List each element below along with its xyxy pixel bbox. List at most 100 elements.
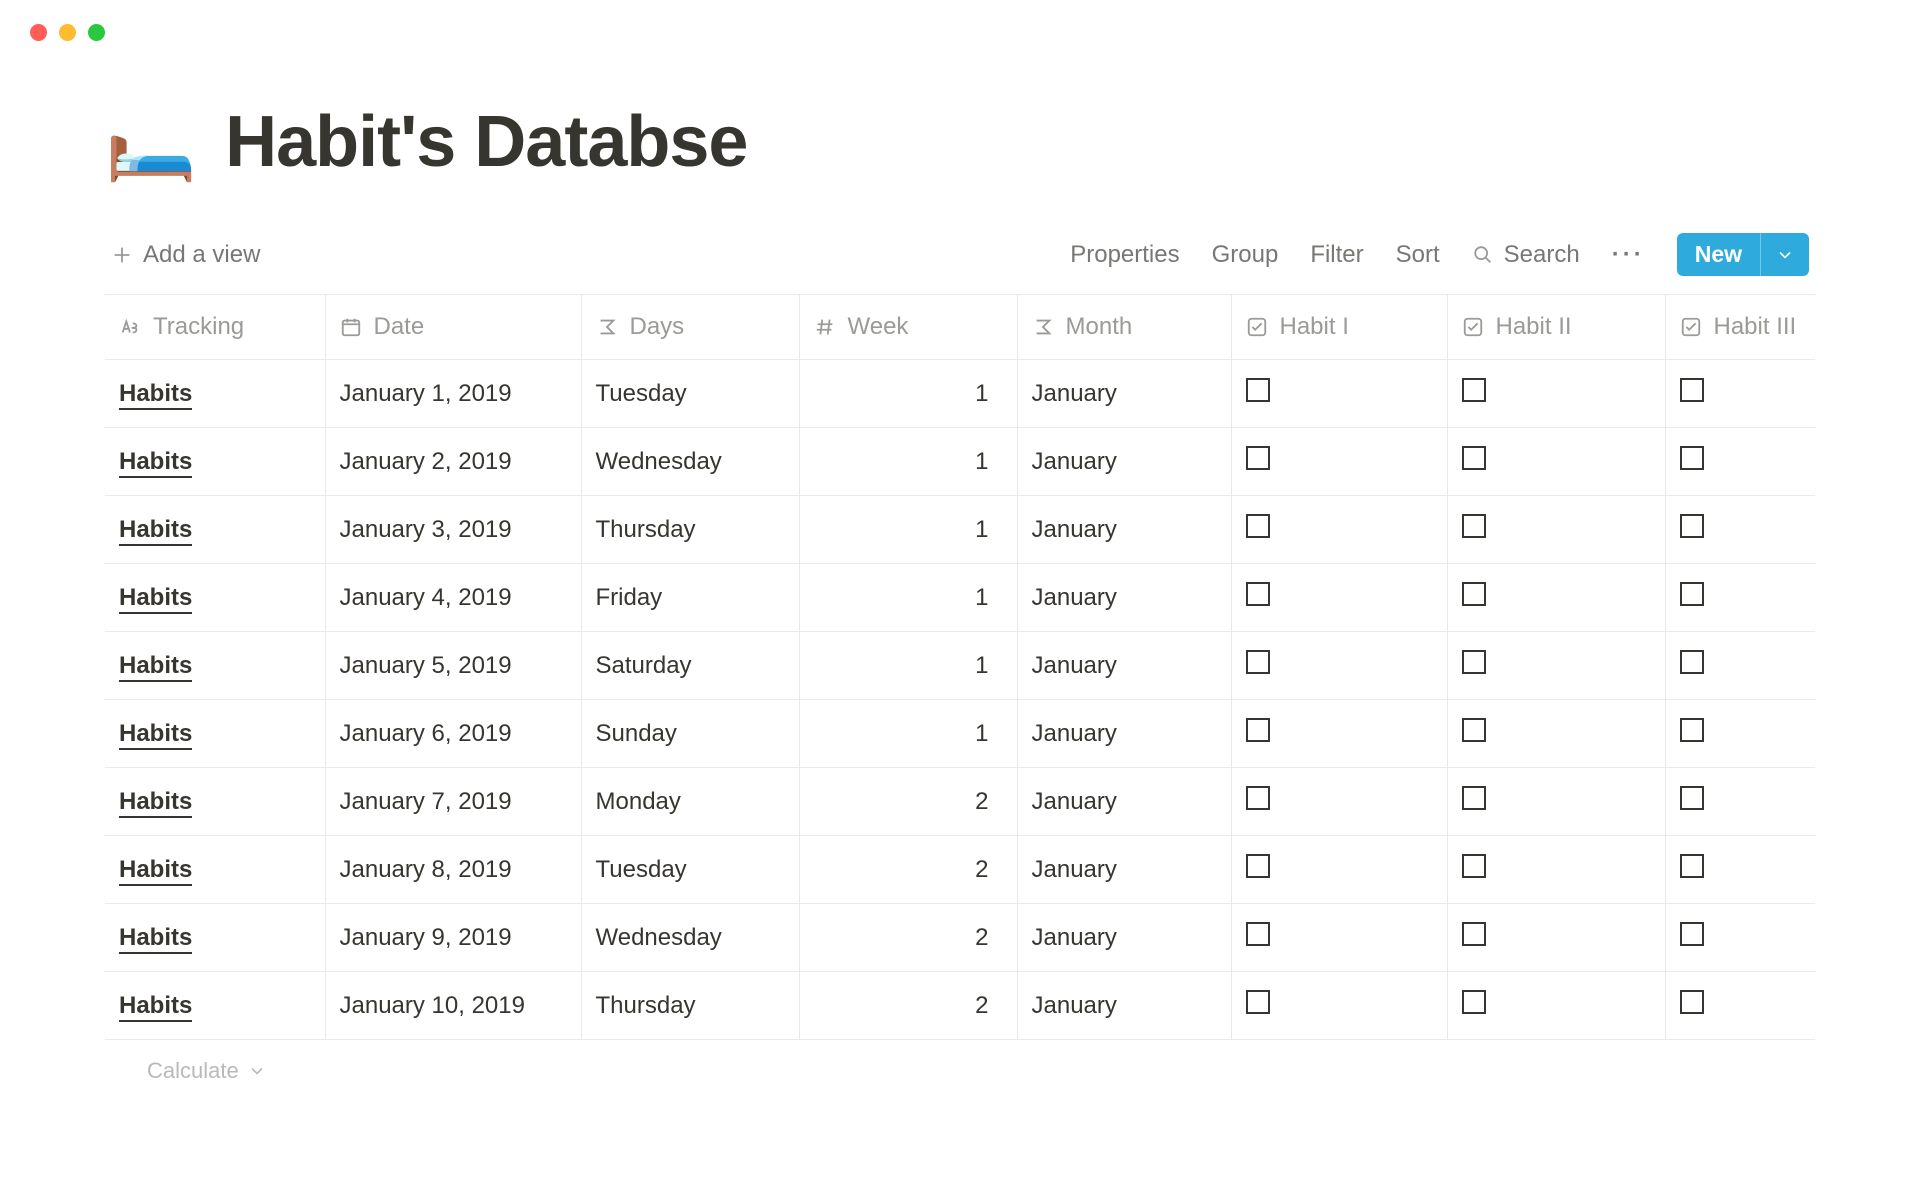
cell-tracking[interactable]: Habits — [105, 700, 325, 768]
cell-habit1[interactable] — [1231, 700, 1447, 768]
checkbox[interactable] — [1246, 786, 1270, 810]
search-button[interactable]: Search — [1472, 241, 1580, 269]
cell-days[interactable]: Tuesday — [581, 360, 799, 428]
cell-days[interactable]: Monday — [581, 768, 799, 836]
checkbox[interactable] — [1462, 514, 1486, 538]
cell-tracking[interactable]: Habits — [105, 496, 325, 564]
checkbox[interactable] — [1462, 378, 1486, 402]
table-row[interactable]: HabitsJanuary 1, 2019Tuesday1January — [105, 360, 1815, 428]
cell-habit3[interactable] — [1665, 496, 1815, 564]
cell-date[interactable]: January 9, 2019 — [325, 904, 581, 972]
cell-habit3[interactable] — [1665, 904, 1815, 972]
cell-habit1[interactable] — [1231, 360, 1447, 428]
checkbox[interactable] — [1680, 514, 1704, 538]
checkbox[interactable] — [1680, 990, 1704, 1014]
cell-date[interactable]: January 1, 2019 — [325, 360, 581, 428]
cell-week[interactable]: 1 — [799, 564, 1017, 632]
column-header-habit1[interactable]: Habit I — [1231, 295, 1447, 360]
properties-button[interactable]: Properties — [1070, 241, 1179, 269]
cell-date[interactable]: January 10, 2019 — [325, 972, 581, 1040]
checkbox[interactable] — [1246, 514, 1270, 538]
cell-habit2[interactable] — [1447, 360, 1665, 428]
add-view-button[interactable]: Add a view — [111, 241, 260, 269]
cell-tracking[interactable]: Habits — [105, 360, 325, 428]
checkbox[interactable] — [1462, 718, 1486, 742]
checkbox[interactable] — [1246, 718, 1270, 742]
cell-date[interactable]: January 6, 2019 — [325, 700, 581, 768]
cell-days[interactable]: Friday — [581, 564, 799, 632]
cell-habit2[interactable] — [1447, 428, 1665, 496]
checkbox[interactable] — [1246, 650, 1270, 674]
checkbox[interactable] — [1246, 582, 1270, 606]
cell-week[interactable]: 2 — [799, 836, 1017, 904]
cell-days[interactable]: Thursday — [581, 496, 799, 564]
calculate-button[interactable]: Calculate — [105, 1040, 1815, 1084]
cell-month[interactable]: January — [1017, 768, 1231, 836]
table-row[interactable]: HabitsJanuary 10, 2019Thursday2January — [105, 972, 1815, 1040]
cell-habit1[interactable] — [1231, 768, 1447, 836]
cell-tracking[interactable]: Habits — [105, 632, 325, 700]
cell-tracking[interactable]: Habits — [105, 564, 325, 632]
cell-days[interactable]: Wednesday — [581, 428, 799, 496]
cell-habit3[interactable] — [1665, 700, 1815, 768]
cell-habit3[interactable] — [1665, 360, 1815, 428]
tracking-link[interactable]: Habits — [119, 584, 192, 614]
checkbox[interactable] — [1246, 446, 1270, 470]
checkbox[interactable] — [1680, 922, 1704, 946]
cell-week[interactable]: 1 — [799, 632, 1017, 700]
table-row[interactable]: HabitsJanuary 5, 2019Saturday1January — [105, 632, 1815, 700]
cell-habit2[interactable] — [1447, 904, 1665, 972]
cell-days[interactable]: Sunday — [581, 700, 799, 768]
checkbox[interactable] — [1462, 582, 1486, 606]
cell-habit1[interactable] — [1231, 428, 1447, 496]
cell-date[interactable]: January 7, 2019 — [325, 768, 581, 836]
checkbox[interactable] — [1462, 854, 1486, 878]
cell-habit3[interactable] — [1665, 768, 1815, 836]
checkbox[interactable] — [1462, 990, 1486, 1014]
table-row[interactable]: HabitsJanuary 4, 2019Friday1January — [105, 564, 1815, 632]
cell-date[interactable]: January 4, 2019 — [325, 564, 581, 632]
cell-habit3[interactable] — [1665, 972, 1815, 1040]
checkbox[interactable] — [1680, 854, 1704, 878]
cell-habit2[interactable] — [1447, 700, 1665, 768]
cell-habit3[interactable] — [1665, 632, 1815, 700]
column-header-date[interactable]: Date — [325, 295, 581, 360]
cell-week[interactable]: 1 — [799, 496, 1017, 564]
cell-week[interactable]: 2 — [799, 768, 1017, 836]
column-header-days[interactable]: Days — [581, 295, 799, 360]
cell-habit1[interactable] — [1231, 972, 1447, 1040]
tracking-link[interactable]: Habits — [119, 652, 192, 682]
column-header-week[interactable]: Week — [799, 295, 1017, 360]
column-header-tracking[interactable]: Tracking — [105, 295, 325, 360]
new-button[interactable]: New — [1677, 233, 1809, 276]
checkbox[interactable] — [1246, 990, 1270, 1014]
cell-date[interactable]: January 8, 2019 — [325, 836, 581, 904]
checkbox[interactable] — [1246, 854, 1270, 878]
tracking-link[interactable]: Habits — [119, 380, 192, 410]
cell-habit2[interactable] — [1447, 496, 1665, 564]
cell-habit1[interactable] — [1231, 632, 1447, 700]
cell-habit3[interactable] — [1665, 836, 1815, 904]
new-button-dropdown[interactable] — [1760, 233, 1809, 276]
cell-habit1[interactable] — [1231, 904, 1447, 972]
checkbox[interactable] — [1462, 650, 1486, 674]
column-header-habit3[interactable]: Habit III — [1665, 295, 1815, 360]
cell-habit2[interactable] — [1447, 768, 1665, 836]
cell-month[interactable]: January — [1017, 904, 1231, 972]
sort-button[interactable]: Sort — [1396, 241, 1440, 269]
tracking-link[interactable]: Habits — [119, 788, 192, 818]
filter-button[interactable]: Filter — [1310, 241, 1363, 269]
cell-habit2[interactable] — [1447, 632, 1665, 700]
table-row[interactable]: HabitsJanuary 3, 2019Thursday1January — [105, 496, 1815, 564]
checkbox[interactable] — [1462, 446, 1486, 470]
cell-week[interactable]: 2 — [799, 972, 1017, 1040]
tracking-link[interactable]: Habits — [119, 448, 192, 478]
cell-habit1[interactable] — [1231, 496, 1447, 564]
tracking-link[interactable]: Habits — [119, 720, 192, 750]
cell-month[interactable]: January — [1017, 972, 1231, 1040]
cell-week[interactable]: 1 — [799, 700, 1017, 768]
checkbox[interactable] — [1680, 786, 1704, 810]
cell-habit1[interactable] — [1231, 836, 1447, 904]
zoom-window-button[interactable] — [88, 24, 105, 41]
more-options-button[interactable]: ··· — [1612, 241, 1645, 269]
